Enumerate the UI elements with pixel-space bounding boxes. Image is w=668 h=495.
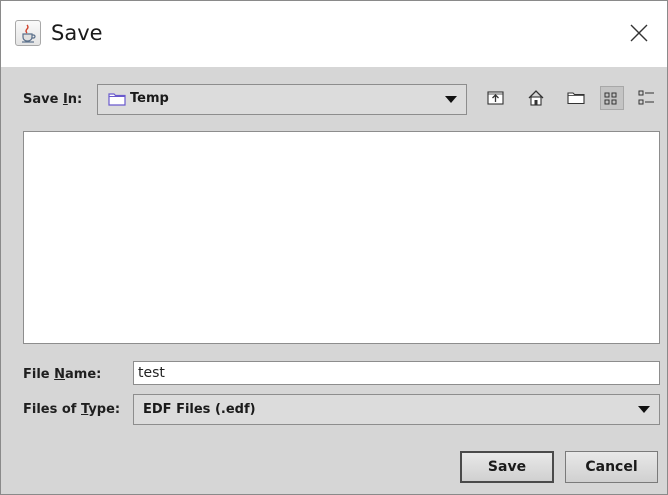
details-view-button[interactable] bbox=[635, 86, 659, 110]
save-in-label: Save In: bbox=[23, 92, 82, 107]
new-folder-button[interactable] bbox=[564, 86, 588, 110]
file-name-field[interactable] bbox=[133, 361, 660, 385]
file-type-label: Files of Type: bbox=[23, 402, 120, 417]
list-view-button[interactable] bbox=[600, 86, 624, 110]
save-dialog: Save Save In: Temp File Name: test Files… bbox=[0, 0, 668, 495]
file-type-label-suffix: ype: bbox=[88, 402, 121, 417]
file-name-label-prefix: File bbox=[23, 367, 55, 382]
window-title: Save bbox=[51, 21, 103, 45]
java-cup-icon bbox=[15, 20, 41, 46]
list-view-icon bbox=[604, 92, 617, 105]
dropdown-arrow-icon bbox=[445, 96, 457, 103]
file-name-input[interactable] bbox=[138, 363, 653, 383]
file-type-combobox[interactable]: EDF Files (.edf) bbox=[133, 394, 660, 425]
save-in-label-prefix: Save bbox=[23, 92, 63, 107]
close-icon bbox=[630, 24, 648, 42]
file-name-label-mnemonic: N bbox=[54, 367, 66, 382]
new-folder-icon bbox=[567, 92, 585, 105]
save-button[interactable]: Save bbox=[460, 451, 554, 483]
file-name-label-suffix: ame: bbox=[65, 367, 102, 382]
up-folder-icon bbox=[487, 91, 504, 105]
save-in-label-suffix: n: bbox=[67, 92, 83, 107]
close-button[interactable] bbox=[619, 13, 659, 53]
home-icon bbox=[528, 90, 544, 106]
file-name-label: File Name: bbox=[23, 367, 101, 382]
title-bar[interactable]: Save bbox=[1, 1, 667, 67]
up-one-level-button[interactable] bbox=[484, 86, 508, 110]
details-view-icon bbox=[638, 90, 654, 105]
file-list[interactable] bbox=[23, 131, 660, 344]
folder-icon bbox=[108, 93, 126, 106]
file-type-label-prefix: Files of bbox=[23, 402, 81, 417]
save-in-combobox[interactable]: Temp bbox=[97, 84, 467, 115]
save-in-value: Temp bbox=[130, 91, 169, 106]
file-type-value: EDF Files (.edf) bbox=[143, 402, 256, 417]
dropdown-arrow-icon bbox=[638, 406, 650, 413]
cancel-button[interactable]: Cancel bbox=[565, 451, 658, 483]
home-button[interactable] bbox=[524, 86, 548, 110]
